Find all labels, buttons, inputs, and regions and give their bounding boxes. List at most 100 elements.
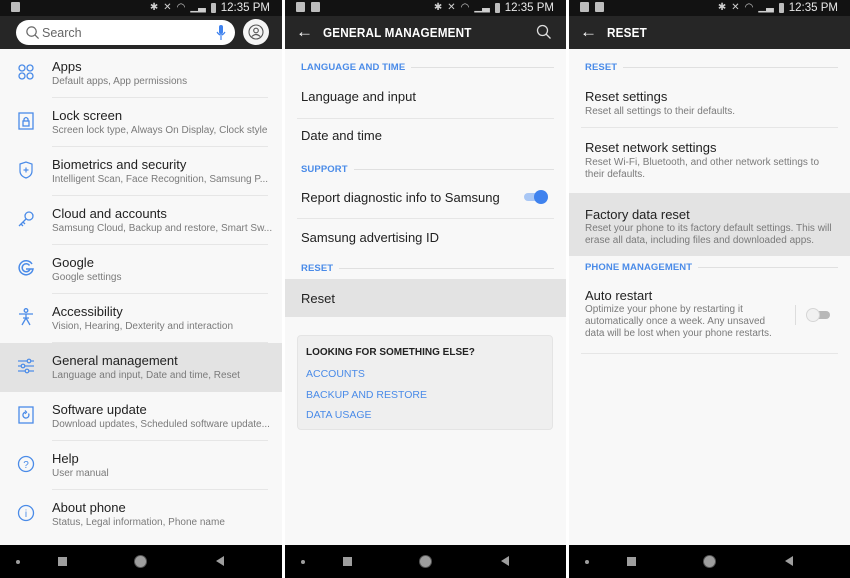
clock: 12:35 PM: [788, 2, 838, 14]
profile-button[interactable]: [243, 19, 269, 45]
item-title: Accessibility: [52, 304, 123, 319]
search-icon: [26, 26, 40, 40]
svg-text:?: ?: [23, 460, 29, 471]
section-header-reset: RESET: [569, 49, 850, 80]
app-bar: ← RESET: [569, 16, 850, 49]
recent-apps-button[interactable]: [627, 557, 636, 566]
item-subtitle: Intelligent Scan, Face Recognition, Sams…: [52, 174, 269, 185]
settings-item-help[interactable]: ? Help User manual: [0, 441, 282, 490]
row-reset[interactable]: Reset: [285, 279, 566, 317]
row-title: Report diagnostic info to Samsung: [301, 190, 500, 205]
wifi-icon: ◠: [744, 2, 754, 13]
nav-dot-icon[interactable]: [301, 560, 305, 564]
signal-icon: ▁▃: [474, 2, 490, 13]
settings-item-software-update[interactable]: Software update Download updates, Schedu…: [0, 392, 282, 441]
back-button[interactable]: [501, 556, 509, 566]
row-language-input[interactable]: Language and input: [285, 80, 566, 119]
shield-icon: [19, 161, 33, 179]
item-subtitle: Default apps, App permissions: [52, 76, 188, 87]
row-date-time[interactable]: Date and time: [285, 119, 566, 159]
settings-item-google[interactable]: Google Google settings: [0, 245, 282, 294]
recent-apps-button[interactable]: [343, 557, 352, 566]
settings-item-general-management[interactable]: General management Language and input, D…: [0, 343, 282, 392]
item-title: Lock screen: [52, 108, 123, 123]
toggle-knob: [534, 190, 548, 204]
status-bar: ✱ ✕ ◠ ▁▃ 12:35 PM: [285, 0, 566, 16]
item-subtitle: User manual: [52, 468, 109, 479]
item-subtitle: Language and input, Date and time, Reset: [52, 370, 240, 381]
wifi-icon: ◠: [176, 2, 186, 13]
search-icon[interactable]: [536, 24, 552, 40]
row-reset-settings[interactable]: Reset settings Reset all settings to the…: [569, 80, 850, 128]
battery-icon: [778, 3, 784, 13]
search-bar[interactable]: [16, 20, 235, 45]
item-title: About phone: [52, 500, 126, 515]
row-title: Samsung advertising ID: [301, 230, 440, 245]
status-bar: ✱ ✕ ◠ ▁▃ 12:35 PM: [569, 0, 850, 16]
home-button[interactable]: [420, 556, 431, 567]
nav-dot-icon[interactable]: [16, 560, 20, 564]
card-heading: LOOKING FOR SOMETHING ELSE?: [306, 347, 475, 358]
nav-dot-icon[interactable]: [585, 560, 589, 564]
battery-icon: [210, 3, 216, 13]
mute-icon: ✕: [163, 2, 172, 13]
notification-icon: [311, 2, 320, 12]
row-subtitle: Reset all settings to their defaults.: [585, 106, 736, 117]
link-backup-restore[interactable]: BACKUP AND RESTORE: [306, 389, 427, 401]
auto-restart-toggle[interactable]: [806, 308, 830, 322]
page-title: GENERAL MANAGEMENT: [323, 25, 472, 40]
back-button[interactable]: [216, 556, 224, 566]
sliders-icon: [18, 358, 34, 374]
item-title: Google: [52, 255, 94, 270]
gallery-icon: [580, 2, 589, 12]
status-bar: ✱ ✕ ◠ ▁▃ 12:35 PM: [0, 0, 282, 16]
general-management-screen: ✱ ✕ ◠ ▁▃ 12:35 PM ← GENERAL MANAGEMENT L…: [285, 0, 566, 578]
settings-item-accessibility[interactable]: Accessibility Vision, Hearing, Dexterity…: [0, 294, 282, 343]
settings-item-biometrics[interactable]: Biometrics and security Intelligent Scan…: [0, 147, 282, 196]
info-icon: i: [17, 504, 35, 522]
back-button[interactable]: [785, 556, 793, 566]
app-bar: ← GENERAL MANAGEMENT: [285, 16, 566, 49]
settings-item-apps[interactable]: Apps Default apps, App permissions: [0, 49, 282, 98]
row-report-diagnostic[interactable]: Report diagnostic info to Samsung: [285, 182, 566, 219]
row-title: Date and time: [301, 128, 382, 143]
row-auto-restart[interactable]: Auto restart Optimize your phone by rest…: [569, 278, 850, 354]
microphone-icon[interactable]: [216, 24, 226, 41]
row-advertising-id[interactable]: Samsung advertising ID: [285, 219, 566, 259]
home-button[interactable]: [135, 556, 146, 567]
bluetooth-icon: ✱: [149, 2, 159, 13]
row-reset-network[interactable]: Reset network settings Reset Wi-Fi, Blue…: [569, 128, 850, 193]
back-arrow-icon[interactable]: ←: [296, 22, 313, 42]
navigation-bar: [569, 545, 850, 578]
item-title: Software update: [52, 402, 147, 417]
divider: [581, 353, 838, 354]
settings-item-about-phone[interactable]: i About phone Status, Legal information,…: [0, 490, 282, 539]
key-icon: [18, 211, 34, 227]
section-label: PHONE MANAGEMENT: [585, 262, 699, 273]
item-title: General management: [52, 353, 178, 368]
settings-item-lock-screen[interactable]: Lock screen Screen lock type, Always On …: [0, 98, 282, 147]
signal-icon: ▁▃: [758, 2, 774, 13]
item-subtitle: Status, Legal information, Phone name: [52, 517, 225, 528]
search-input[interactable]: [42, 24, 202, 41]
settings-item-cloud-accounts[interactable]: Cloud and accounts Samsung Cloud, Backup…: [0, 196, 282, 245]
notification-icon: [595, 2, 604, 12]
back-arrow-icon[interactable]: ←: [580, 22, 597, 42]
recent-apps-button[interactable]: [58, 557, 67, 566]
page-title: RESET: [607, 25, 647, 40]
row-title: Reset network settings: [585, 140, 717, 155]
item-subtitle: Vision, Hearing, Dexterity and interacti…: [52, 321, 234, 332]
mute-icon: ✕: [447, 2, 456, 13]
battery-icon: [494, 3, 500, 13]
home-button[interactable]: [704, 556, 715, 567]
report-diagnostic-toggle[interactable]: [524, 190, 548, 204]
link-accounts[interactable]: ACCOUNTS: [306, 368, 365, 380]
row-factory-data-reset[interactable]: Factory data reset Reset your phone to i…: [569, 193, 850, 256]
row-subtitle: Reset your phone to its factory default …: [585, 223, 832, 246]
reset-screen: ✱ ✕ ◠ ▁▃ 12:35 PM ← RESET RESET Reset se…: [569, 0, 850, 578]
section-label: RESET: [301, 263, 340, 274]
google-icon: [18, 260, 34, 276]
link-data-usage[interactable]: DATA USAGE: [306, 409, 372, 421]
settings-main-screen: ✱ ✕ ◠ ▁▃ 12:35 PM Apps Default apps, App…: [0, 0, 282, 578]
row-title: Auto restart: [585, 288, 653, 303]
